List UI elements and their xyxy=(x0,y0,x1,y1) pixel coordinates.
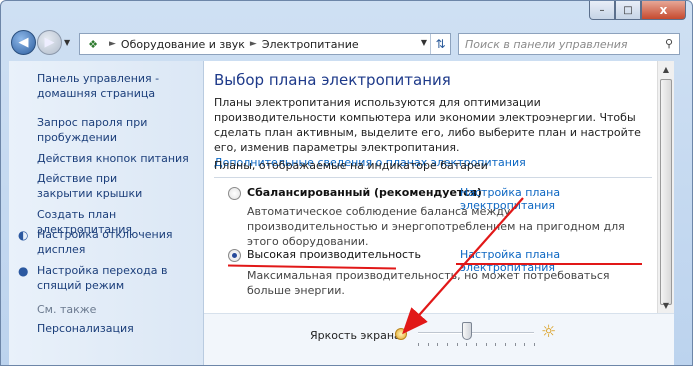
search-icon[interactable]: ⚲ xyxy=(665,37,673,50)
scrollbar-thumb[interactable] xyxy=(660,79,672,305)
brightness-high-icon: ☼ xyxy=(541,322,557,342)
see-also-label: См. также xyxy=(37,303,97,316)
back-button[interactable]: ◀ xyxy=(11,30,36,55)
address-dropdown-icon[interactable]: ▼ xyxy=(421,38,427,47)
breadcrumb-hardware-sound[interactable]: Оборудование и звук xyxy=(121,38,245,51)
search-placeholder: Поиск в панели управления xyxy=(465,37,628,51)
brightness-label: Яркость экрана: xyxy=(310,329,405,342)
sidebar-item-display-off[interactable]: Настройка отключения дисплея xyxy=(37,227,177,257)
search-input[interactable]: Поиск в панели управления ⚲ xyxy=(458,33,680,55)
slider-tick xyxy=(476,343,477,346)
window-controls: – □ x xyxy=(589,1,686,20)
description-text: Планы электропитания используются для оп… xyxy=(214,96,641,154)
slider-tick xyxy=(534,343,535,346)
refresh-icon[interactable]: ⇅ xyxy=(430,34,450,54)
minimize-button[interactable]: – xyxy=(589,1,615,20)
slider-tick xyxy=(485,343,487,346)
sidebar-item-sleep[interactable]: Настройка перехода в спящий режим xyxy=(37,263,177,293)
slider-tick xyxy=(456,343,458,346)
plan-balanced-name[interactable]: Сбалансированный (рекомендуется) xyxy=(247,186,482,199)
moon-icon: ● xyxy=(18,264,29,278)
recent-pages-dropdown-icon[interactable]: ▼ xyxy=(64,38,70,47)
slider-tick xyxy=(418,343,419,346)
slider-tick xyxy=(427,343,429,346)
forward-button[interactable]: ▶ xyxy=(37,30,62,55)
slider-tick xyxy=(514,343,516,346)
red-underline-annotation xyxy=(456,263,642,265)
navigation-bar: ◀ ▶ ▼ ❖ ► Оборудование и звук ► Электроп… xyxy=(9,30,689,58)
plan-high-performance-description: Максимальная производительность, но може… xyxy=(247,269,610,297)
maximize-button[interactable]: □ xyxy=(615,1,641,20)
breadcrumb-separator[interactable]: ► xyxy=(250,39,257,49)
slider-tick xyxy=(466,343,468,346)
address-bar[interactable]: ❖ ► Оборудование и звук ► Электропитание… xyxy=(79,33,451,55)
sidebar-item-lid-close[interactable]: Действие при закрытии крышки xyxy=(37,171,167,201)
brightness-slider-thumb[interactable] xyxy=(461,322,472,340)
plan-balanced-radio[interactable] xyxy=(228,187,241,200)
slider-tick xyxy=(447,343,448,346)
slider-tick xyxy=(524,343,526,346)
plan-high-performance-name[interactable]: Высокая производительность xyxy=(247,248,421,261)
arrow-right-icon: ▶ xyxy=(44,35,55,50)
breadcrumb-power-options[interactable]: Электропитание xyxy=(262,38,359,51)
sidebar-item-personalization[interactable]: Персонализация xyxy=(37,321,134,336)
plan-balanced-description: Автоматическое соблюдение баланса между … xyxy=(247,205,625,248)
slider-tick xyxy=(505,343,506,346)
vertical-scrollbar[interactable]: ▲ ▼ xyxy=(657,61,674,313)
sidebar: Панель управления - домашняя страница За… xyxy=(9,61,207,365)
sidebar-item-wake-password[interactable]: Запрос пароля при пробуждении xyxy=(37,115,157,145)
sidebar-item-power-buttons[interactable]: Действия кнопок питания xyxy=(37,151,207,166)
scroll-up-icon[interactable]: ▲ xyxy=(658,61,674,77)
brightness-bar: Яркость экрана: ☼ xyxy=(204,313,674,365)
breadcrumb-separator[interactable]: ► xyxy=(109,39,116,49)
close-button[interactable]: x xyxy=(641,1,686,20)
control-panel-icon: ❖ xyxy=(88,37,98,51)
brightness-low-icon xyxy=(395,328,407,340)
scroll-down-icon[interactable]: ▼ xyxy=(658,297,674,313)
group-divider xyxy=(214,177,652,178)
display-icon: ◐ xyxy=(18,228,29,242)
brightness-slider-track[interactable] xyxy=(418,332,534,334)
sidebar-item-home[interactable]: Панель управления - домашняя страница xyxy=(37,71,167,101)
control-panel-window: – □ x ◀ ▶ ▼ ❖ ► Оборудование и звук ► Эл… xyxy=(0,0,693,366)
plan-high-performance-radio[interactable] xyxy=(228,249,241,262)
main-content: Выбор плана электропитания Планы электро… xyxy=(204,61,657,313)
slider-tick xyxy=(495,343,497,346)
page-title: Выбор плана электропитания xyxy=(214,71,451,89)
plans-group-title: Планы, отображаемые на индикаторе батаре… xyxy=(214,159,488,172)
arrow-left-icon: ◀ xyxy=(18,35,29,50)
slider-tick xyxy=(437,343,439,346)
